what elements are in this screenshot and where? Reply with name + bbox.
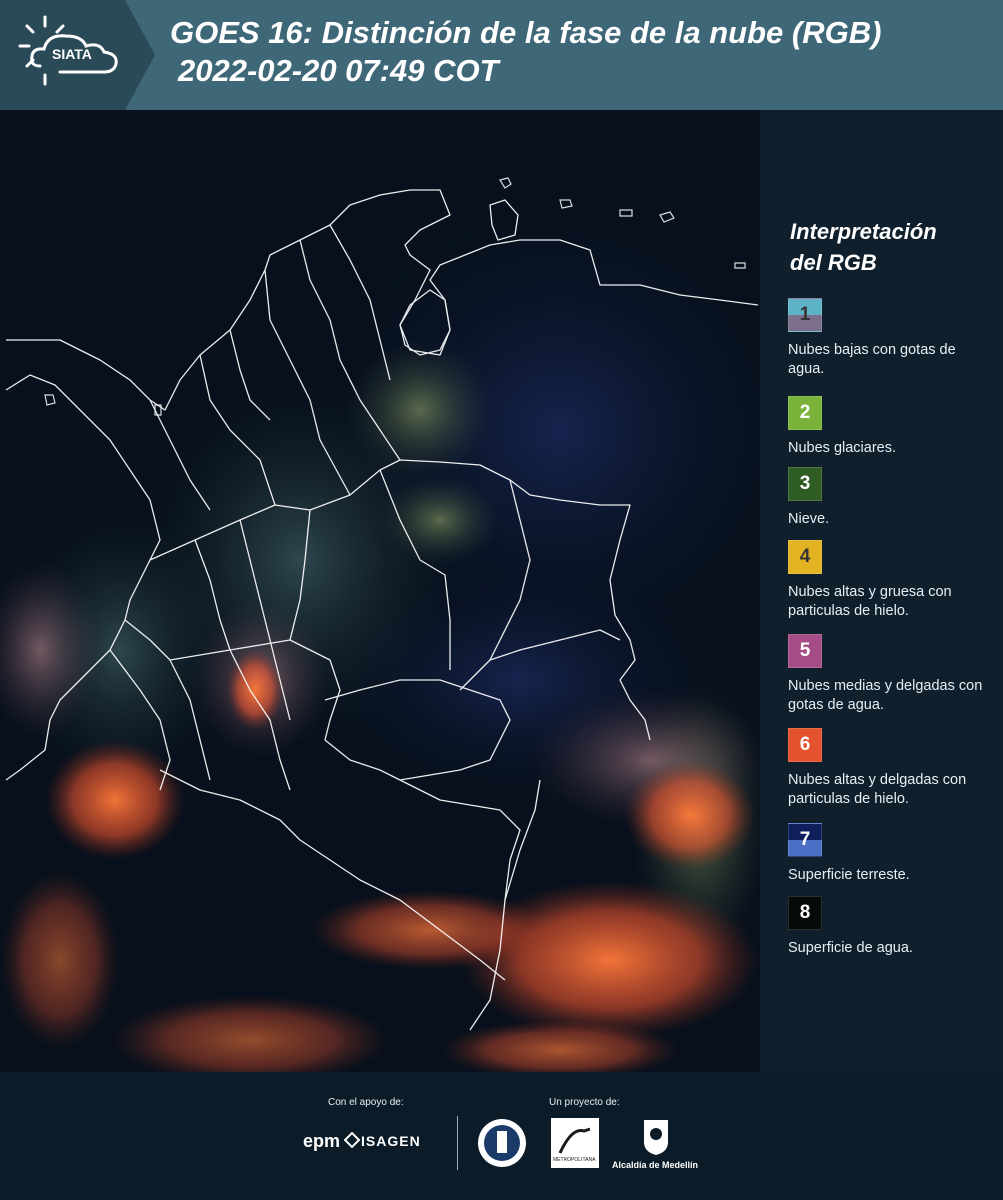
legend-title-line-1: Interpretación (790, 219, 937, 244)
legend-label: Nubes medias y delgadas con gotas de agu… (788, 678, 983, 713)
legend-number: 6 (799, 734, 811, 755)
legend-item: 8 Superficie de agua. (788, 896, 993, 958)
legend-title: Interpretación del RGB (790, 216, 990, 278)
legend-item: 7 Superficie terreste. (788, 823, 993, 885)
isagen-icon (344, 1132, 360, 1148)
legend-item: 3 Nieve. (788, 467, 993, 529)
legend-number: 8 (799, 902, 811, 923)
legend-swatch: 8 (788, 896, 822, 930)
legend-label: Nubes altas y delgadas con particulas de… (788, 772, 967, 807)
legend-swatch: 3 (788, 467, 822, 501)
satellite-map[interactable] (0, 110, 760, 1072)
legend-item: 2 Nubes glaciares. (788, 396, 993, 458)
page-title: GOES 16: Distinción de la fase de la nub… (170, 14, 881, 90)
legend-swatch: 6 (788, 728, 822, 762)
legend-label: Superficie de agua. (788, 940, 913, 956)
legend-label: Nieve. (788, 511, 830, 527)
siata-logo-text: SIATA (52, 46, 92, 62)
legend-item: 1 Nubes bajas con gotas de agua. (788, 298, 993, 379)
legend-title-line-2: del RGB (790, 250, 877, 275)
alcaldia-shield-icon (644, 1120, 668, 1155)
legend-number: 5 (799, 640, 811, 661)
alcaldia-label: Alcaldía de Medellín (612, 1160, 699, 1170)
project-label: Un proyecto de: (549, 1097, 620, 1108)
legend-item: 6 Nubes altas y delgadas con particulas d… (788, 728, 993, 809)
support-label: Con el apoyo de: (328, 1097, 404, 1108)
footer-divider (457, 1116, 458, 1170)
legend-label: Nubes glaciares. (788, 440, 896, 456)
legend-number: 1 (799, 304, 811, 325)
legend-swatch: 5 (788, 634, 822, 668)
legend-number: 3 (799, 473, 811, 494)
legend-number: 7 (799, 829, 811, 850)
legend-label: Superficie terreste. (788, 867, 910, 883)
legend-label: Nubes bajas con gotas de agua. (788, 342, 956, 377)
legend-label: Nubes altas y gruesa con particulas de h… (788, 584, 952, 619)
legend-number: 4 (799, 546, 811, 567)
legend-swatch: 7 (788, 823, 822, 857)
seal-icon (478, 1119, 526, 1167)
epm-logo: epm (303, 1131, 341, 1151)
header-bar: SIATA GOES 16: Distinción de la fase de … (0, 0, 1003, 110)
map-image (0, 110, 760, 1072)
title-line-1: GOES 16: Distinción de la fase de la nub… (170, 15, 882, 50)
legend-swatch: 2 (788, 396, 822, 430)
legend-swatch: 4 (788, 540, 822, 574)
legend-item: 5 Nubes medias y delgadas con gotas de ag… (788, 634, 993, 715)
legend-number: 2 (799, 402, 811, 423)
legend-swatch: 1 (788, 298, 822, 332)
legend-item: 4 Nubes altas y gruesa con particulas de … (788, 540, 993, 621)
area-metropolitana-label: METROPOLITANA (553, 1157, 596, 1163)
title-line-2: 2022-02-20 07:49 COT (178, 53, 499, 88)
isagen-logo: ISAGEN (361, 1133, 421, 1149)
